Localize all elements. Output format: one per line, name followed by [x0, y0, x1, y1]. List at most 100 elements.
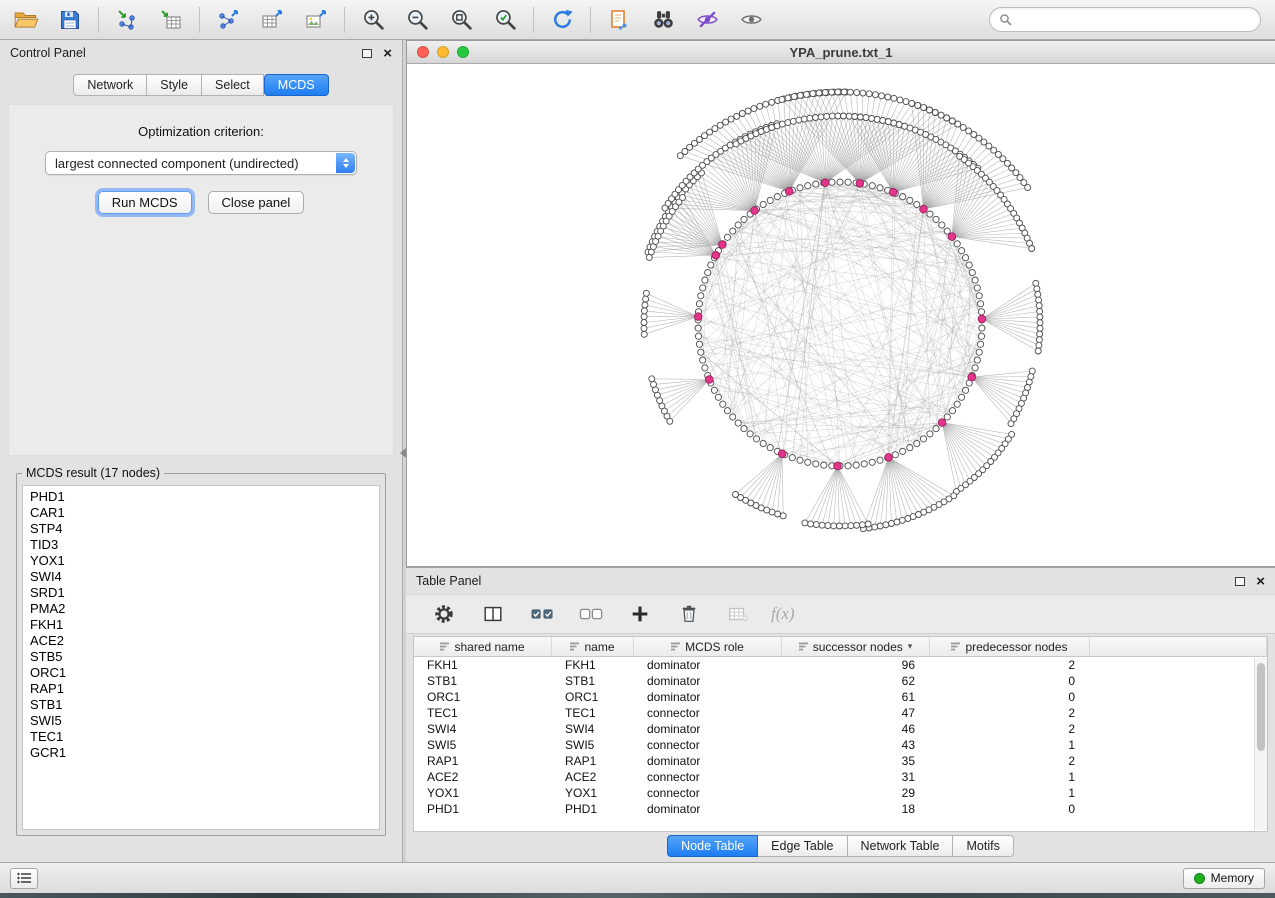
column-header-successor-nodes[interactable]: successor nodes▾: [782, 637, 930, 656]
column-header-shared-name[interactable]: shared name: [414, 637, 552, 656]
copy-share-document-button[interactable]: [603, 4, 635, 36]
close-window-button[interactable]: [417, 46, 429, 58]
close-panel-icon[interactable]: ×: [383, 46, 392, 61]
deselect-all-button[interactable]: [575, 598, 607, 630]
node-table: shared namenameMCDS rolesuccessor nodes▾…: [413, 636, 1268, 832]
minimize-window-button[interactable]: [437, 46, 449, 58]
network-canvas[interactable]: [407, 64, 1275, 566]
network-window-titlebar[interactable]: YPA_prune.txt_1: [407, 41, 1275, 64]
table-settings-button[interactable]: [428, 598, 460, 630]
tab-edge-table[interactable]: Edge Table: [758, 835, 847, 857]
cell-shared-name: YOX1: [414, 786, 552, 800]
zoom-in-button[interactable]: [357, 4, 389, 36]
cell-successor-nodes: 61: [782, 690, 930, 704]
list-item[interactable]: TID3: [30, 537, 372, 553]
list-item[interactable]: STB1: [30, 697, 372, 713]
show-all-button[interactable]: [735, 4, 767, 36]
export-network-button[interactable]: [212, 4, 244, 36]
select-all-button[interactable]: [526, 598, 558, 630]
mcds-result-list[interactable]: PHD1CAR1STP4TID3YOX1SWI4SRD1PMA2FKH1ACE2…: [22, 485, 380, 830]
float-panel-icon[interactable]: [1235, 577, 1245, 586]
table-row[interactable]: STB1STB1dominator620: [414, 673, 1267, 689]
main-toolbar: [0, 0, 1275, 40]
network-window: YPA_prune.txt_1: [406, 40, 1275, 567]
list-item[interactable]: SWI4: [30, 569, 372, 585]
add-column-button[interactable]: [624, 598, 656, 630]
table-row[interactable]: FKH1FKH1dominator962: [414, 657, 1267, 673]
list-item[interactable]: TEC1: [30, 729, 372, 745]
zoom-fit-icon: [449, 7, 474, 32]
import-table-button[interactable]: [155, 4, 187, 36]
control-panel-tabs: NetworkStyleSelectMCDS: [0, 74, 402, 96]
tab-select[interactable]: Select: [202, 74, 264, 96]
list-item[interactable]: PHD1: [30, 489, 372, 505]
tab-style[interactable]: Style: [147, 74, 202, 96]
memory-status-icon: [1194, 873, 1205, 884]
list-item[interactable]: YOX1: [30, 553, 372, 569]
close-panel-button[interactable]: Close panel: [208, 191, 305, 214]
open-file-button[interactable]: [10, 4, 42, 36]
network-graph[interactable]: [407, 64, 1274, 566]
delete-column-button[interactable]: [673, 598, 705, 630]
criterion-select[interactable]: largest connected component (undirected): [45, 151, 357, 175]
tab-network[interactable]: Network: [73, 74, 147, 96]
search-box[interactable]: [989, 7, 1261, 32]
table-row[interactable]: ORC1ORC1dominator610: [414, 689, 1267, 705]
memory-label: Memory: [1211, 871, 1254, 885]
chevron-down-icon: ▾: [908, 641, 913, 652]
tab-node-table[interactable]: Node Table: [667, 835, 758, 857]
table-row[interactable]: SWI4SWI4dominator462: [414, 721, 1267, 737]
list-item[interactable]: SRD1: [30, 585, 372, 601]
refresh-view-button[interactable]: [546, 4, 578, 36]
find-button[interactable]: [647, 4, 679, 36]
cell-mcds-role: connector: [634, 706, 782, 720]
column-header-MCDS-role[interactable]: MCDS role: [634, 637, 782, 656]
close-panel-icon[interactable]: ×: [1256, 574, 1265, 589]
memory-button[interactable]: Memory: [1183, 868, 1265, 889]
export-table-button[interactable]: [256, 4, 288, 36]
table-row[interactable]: ACE2ACE2connector311: [414, 769, 1267, 785]
table-row[interactable]: YOX1YOX1connector291: [414, 785, 1267, 801]
export-image-button[interactable]: [300, 4, 332, 36]
cell-predecessor-nodes: 2: [930, 754, 1090, 768]
maximize-window-button[interactable]: [457, 46, 469, 58]
toolbar-separator: [98, 7, 99, 33]
scrollbar-thumb[interactable]: [1257, 663, 1265, 751]
zoom-fit-button[interactable]: [445, 4, 477, 36]
list-item[interactable]: PMA2: [30, 601, 372, 617]
zoom-out-button[interactable]: [401, 4, 433, 36]
mcds-result-title: MCDS result (17 nodes): [22, 466, 164, 480]
list-item[interactable]: ACE2: [30, 633, 372, 649]
list-item[interactable]: CAR1: [30, 505, 372, 521]
tab-mcds[interactable]: MCDS: [264, 74, 329, 96]
list-item[interactable]: STB5: [30, 649, 372, 665]
show-columns-button[interactable]: [477, 598, 509, 630]
list-item[interactable]: RAP1: [30, 681, 372, 697]
list-item[interactable]: SWI5: [30, 713, 372, 729]
table-scrollbar[interactable]: [1254, 658, 1267, 830]
export-image-icon: [304, 8, 328, 32]
column-header-name[interactable]: name: [552, 637, 634, 656]
float-panel-icon[interactable]: [362, 49, 372, 58]
search-input[interactable]: [1017, 13, 1251, 27]
tab-network-table[interactable]: Network Table: [848, 835, 954, 857]
table-row[interactable]: RAP1RAP1dominator352: [414, 753, 1267, 769]
table-row[interactable]: SWI5SWI5connector431: [414, 737, 1267, 753]
column-header-predecessor-nodes[interactable]: predecessor nodes: [930, 637, 1090, 656]
import-network-button[interactable]: [111, 4, 143, 36]
list-item[interactable]: FKH1: [30, 617, 372, 633]
zoom-selected-button[interactable]: [489, 4, 521, 36]
hide-selected-button[interactable]: [691, 4, 723, 36]
table-row[interactable]: TEC1TEC1connector472: [414, 705, 1267, 721]
table-panel-tabs: Node TableEdge TableNetwork TableMotifs: [406, 832, 1275, 862]
table-row[interactable]: PHD1PHD1dominator180: [414, 801, 1267, 817]
list-item[interactable]: GCR1: [30, 745, 372, 761]
tab-motifs[interactable]: Motifs: [953, 835, 1013, 857]
save-session-button[interactable]: [54, 4, 86, 36]
optimization-criterion-label: Optimization criterion:: [8, 124, 394, 139]
list-item[interactable]: ORC1: [30, 665, 372, 681]
search-icon: [999, 13, 1012, 26]
list-item[interactable]: STP4: [30, 521, 372, 537]
run-mcds-button[interactable]: Run MCDS: [98, 191, 192, 214]
panel-menu-button[interactable]: [10, 868, 38, 889]
